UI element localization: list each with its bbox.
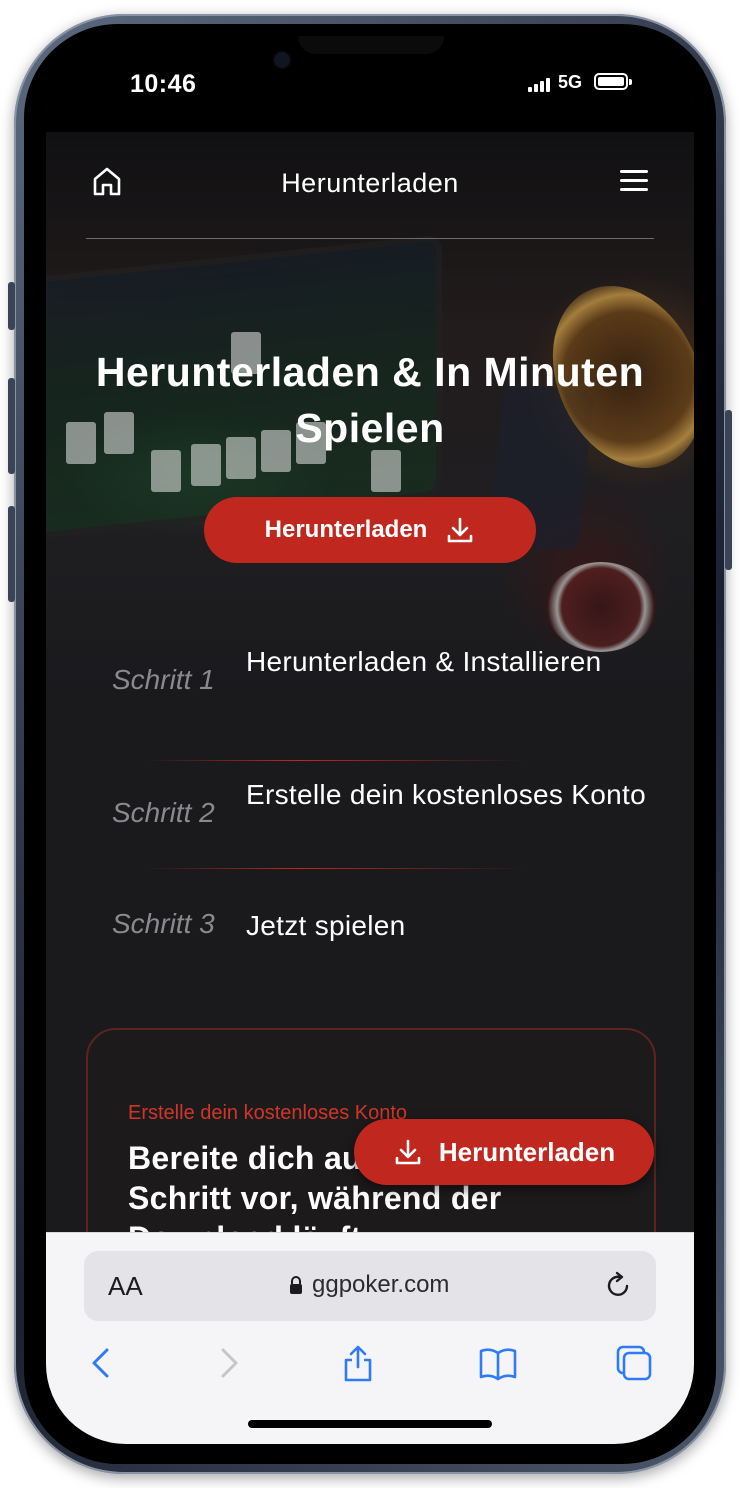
floating-download-button[interactable]: Herunterladen [354,1119,654,1185]
phone-screen: 10:46 5G Herunterladen Herunterladen & I… [46,36,694,1444]
back-icon[interactable] [82,1343,122,1383]
lock-icon [290,1276,302,1294]
safari-toolbar: AA ggpoker.com [46,1232,694,1444]
step-1: Schritt 1 Herunterladen & Installieren [46,642,694,732]
step-2: Schritt 2 Erstelle dein kostenloses Kont… [46,775,694,865]
notch [298,36,444,54]
step-2-label: Schritt 2 [112,797,215,828]
text-size-button[interactable]: AA [108,1271,143,1302]
status-time: 10:46 [130,70,197,98]
promo-kicker: Erstelle dein kostenloses Konto [128,1102,408,1124]
hero-download-button-label: Herunterladen [264,516,428,543]
web-content[interactable]: Herunterladen Herunterladen & In Minuten… [46,132,694,1232]
volume-down-button [8,506,15,602]
floating-download-button-label: Herunterladen [438,1136,616,1167]
tabs-icon[interactable] [614,1343,654,1383]
step-3-text: Jetzt spielen [246,910,406,941]
battery-icon [594,73,632,90]
url-text: ggpoker.com [312,1271,450,1298]
power-button [725,410,732,570]
reload-icon[interactable] [602,1269,634,1301]
status-bar: 10:46 5G [46,36,694,132]
forward-icon[interactable] [208,1343,248,1383]
bookmarks-icon[interactable] [478,1343,518,1383]
step-divider [146,868,526,869]
mute-switch [8,282,15,330]
signal-icon [528,76,552,92]
step-1-label: Schritt 1 [112,664,215,695]
hamburger-menu-icon[interactable] [620,170,650,194]
step-divider [146,760,526,761]
text-size-label: AA [108,1271,143,1301]
download-icon [448,517,473,543]
top-navigation: Herunterladen [86,132,654,239]
share-icon[interactable] [338,1343,378,1383]
nav-title: Herunterladen [281,168,459,198]
home-indicator[interactable] [248,1420,492,1428]
step-3: Schritt 3 Jetzt spielen [46,906,694,956]
step-3-label: Schritt 3 [112,908,215,939]
front-camera [274,52,290,68]
network-type: 5G [558,72,583,92]
address-bar[interactable]: AA ggpoker.com [84,1251,656,1321]
download-icon [395,1139,421,1165]
step-1-text: Herunterladen & Installieren [246,646,602,677]
step-2-text: Erstelle dein kostenloses Konto [246,779,646,810]
poker-chip-image-2 [546,562,656,652]
hero-title: Herunterladen & In Minuten Spielen [95,349,645,451]
hero-download-button[interactable]: Herunterladen [204,497,536,563]
volume-up-button [8,378,15,474]
